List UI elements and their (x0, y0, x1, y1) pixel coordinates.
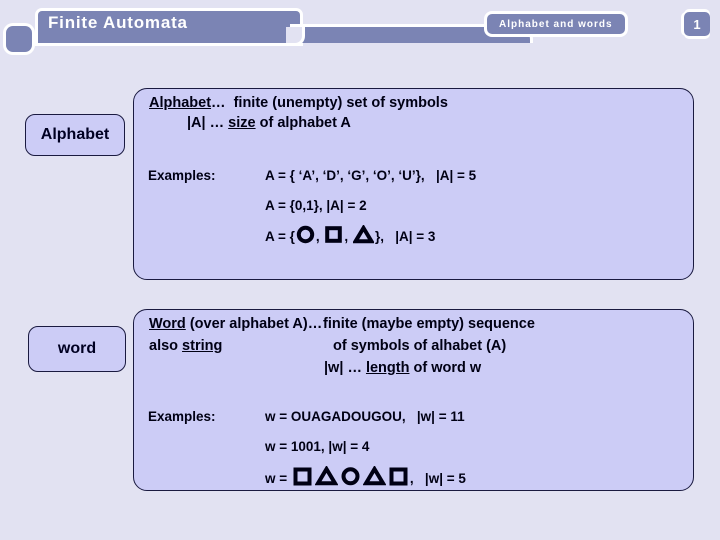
word-alias-term: string (182, 338, 223, 354)
section-label-word-text: word (57, 340, 97, 357)
square-shape (292, 466, 313, 486)
alphabet-panel: Alphabet… finite (unempty) set of symbol… (133, 88, 694, 280)
slide-number-chip: 1 (684, 12, 710, 36)
circle-shape (296, 225, 315, 244)
word-examples-label: Examples: (148, 409, 216, 424)
word-alias-prefix: also (149, 338, 179, 354)
alphabet-notation-term: |A| (187, 115, 206, 131)
section-label-word: word (28, 326, 126, 372)
section-label-alphabet-text: Alphabet (40, 126, 110, 143)
word-notation-term: |w| (324, 360, 344, 376)
circle-shape (340, 466, 361, 486)
topic-chip-label: Alphabet and words (499, 18, 613, 30)
word-example-3-open: w = (265, 471, 291, 486)
alphabet-example-2: A = {0,1}, |A| = 2 (265, 198, 367, 213)
alphabet-definition-text: finite (unempty) set of symbols (233, 95, 448, 111)
word-notation-underlined: length (365, 360, 410, 376)
alphabet-example-3-open: A = { (265, 229, 295, 244)
alphabet-example-3: A = {, , }, |A| = 3 (265, 225, 435, 244)
word-example-1: w = OUAGADOUGOU, |w| = 11 (265, 409, 465, 424)
alphabet-notation-text: of alphabet A (259, 115, 351, 131)
alphabet-examples-label: Examples: (148, 168, 216, 183)
alphabet-definition-dots: … (211, 95, 226, 111)
triangle-shape (352, 225, 374, 244)
alphabet-notation-dots: … (209, 115, 225, 131)
word-notation-dots: … (347, 360, 362, 376)
alphabet-example-1-set: A = { ‘A’, ‘D’, ‘G’, ‘O’, ‘U’}, (265, 168, 425, 183)
page-title: Finite Automata (48, 13, 188, 32)
triangle-shape (362, 466, 386, 486)
word-definition-dots: … (307, 316, 323, 332)
word-example-3: w = , |w| = 5 (265, 466, 466, 486)
square-tab-icon (6, 26, 32, 52)
section-label-alphabet: Alphabet (25, 114, 125, 156)
word-example-3-comma: , (409, 471, 414, 486)
word-example-1-value: w = OUAGADOUGOU, (265, 409, 406, 424)
word-notation-text: of word w (413, 360, 482, 376)
word-definition-text-2: of symbols of alhabet (A) (333, 338, 507, 354)
word-example-3-size: |w| = 5 (424, 471, 466, 486)
alphabet-definition-term: Alphabet (149, 95, 212, 111)
word-definition-term: Word (149, 316, 186, 332)
word-panel: Word (over alphabet A)… finite (maybe em… (133, 309, 694, 491)
alphabet-example-3-size: |A| = 3 (395, 229, 436, 244)
slide-number-label: 1 (693, 16, 701, 32)
word-definition-qualifier: (over alphabet A) (189, 316, 308, 332)
slide-header: Finite Automata Alphabet and words 1 (0, 0, 720, 58)
word-definition-line: Word (over alphabet A)… (149, 316, 322, 332)
alphabet-example-1: A = { ‘A’, ‘D’, ‘G’, ‘O’, ‘U’}, |A| = 5 (265, 168, 476, 183)
header-banner-notch (286, 27, 305, 46)
word-example-2: w = 1001, |w| = 4 (265, 439, 370, 454)
word-example-1-size: |w| = 11 (416, 409, 465, 424)
square-shape (324, 225, 343, 244)
alphabet-notation-line: |A| … size of alphabet A (187, 115, 351, 131)
word-definition-text: finite (maybe empty) sequence (323, 316, 535, 332)
topic-chip: Alphabet and words (487, 14, 625, 34)
alphabet-example-3-comma-2: , (344, 229, 349, 244)
word-alias-line: also string (149, 338, 222, 354)
square-shape (388, 466, 409, 486)
alphabet-example-1-size: |A| = 5 (435, 168, 477, 183)
alphabet-example-3-comma-1: , (315, 229, 320, 244)
triangle-shape (314, 466, 338, 486)
alphabet-notation-underlined: size (228, 115, 256, 131)
word-notation-line: |w| … length of word w (324, 360, 481, 376)
alphabet-example-3-close: }, (374, 229, 384, 244)
alphabet-definition-line: Alphabet… finite (unempty) set of symbol… (149, 95, 448, 111)
